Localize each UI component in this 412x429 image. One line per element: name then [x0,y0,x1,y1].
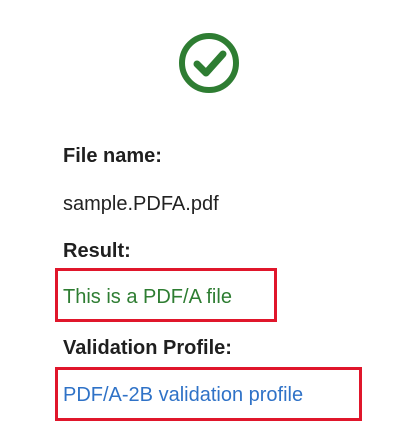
result-label: Result: [63,240,131,262]
result-value: This is a PDF/A file [63,286,232,308]
validation-profile-label: Validation Profile: [63,337,232,359]
file-name-label: File name: [63,145,162,167]
check-circle-icon [179,33,239,93]
validation-profile-link[interactable]: PDF/A-2B validation profile [63,384,303,407]
file-name-value: sample.PDFA.pdf [63,193,219,215]
